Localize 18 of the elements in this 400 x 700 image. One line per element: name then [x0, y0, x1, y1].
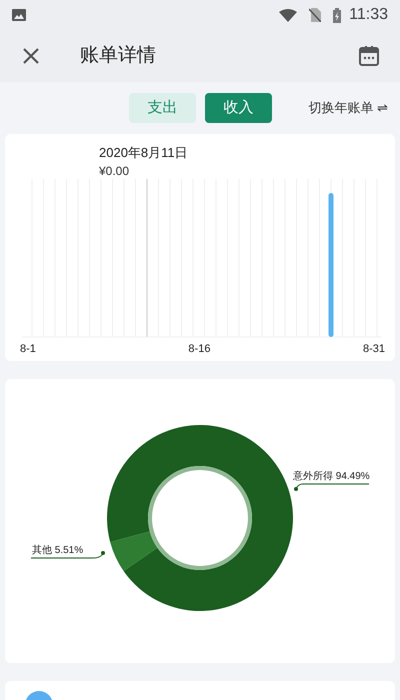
status-time: 11:33 [349, 5, 388, 25]
switch-year-link[interactable]: 切换年账单 ⇌ [308, 98, 388, 118]
category-icon [25, 691, 53, 700]
calendar-button[interactable] [358, 45, 380, 67]
x-axis-label: 8-16 [188, 342, 210, 357]
data-label: 其他 5.51% [32, 545, 84, 556]
type-tab[interactable]: 支出 [129, 93, 196, 123]
battery-icon [333, 8, 342, 22]
data-label: 意外所得 94.49% [293, 471, 370, 482]
x-axis-label: 8-1 [20, 342, 36, 357]
x-axis-label: 8-31 [362, 342, 385, 357]
image-icon [12, 9, 26, 21]
selected-date: 2020年8月11日 [99, 144, 188, 162]
type-tab[interactable]: 收入 [205, 93, 272, 123]
wifi-icon [279, 8, 298, 22]
no-sim-icon [309, 8, 322, 22]
selected-amount: ¥0.00 [99, 163, 130, 180]
page-title: 账单详情 [80, 44, 156, 68]
